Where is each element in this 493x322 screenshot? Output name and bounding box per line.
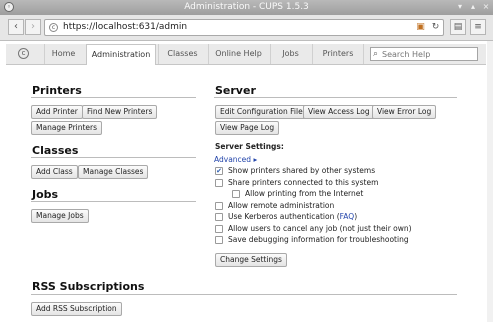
rss-divider [31,294,457,295]
edit-configuration-file-button[interactable]: Edit Configuration File [215,105,308,119]
tab-printers[interactable]: Printers [312,44,364,64]
classes-heading: Classes [32,144,79,157]
jobs-divider [31,201,196,202]
server-settings-label: Server Settings: [215,142,284,151]
checkbox-allow-internet-printing[interactable] [232,190,240,198]
window-titlebar: ◦ Administration - CUPS 1.5.3 ▾ ▴ × [0,0,493,16]
tab-classes[interactable]: Classes [158,44,206,64]
checkbox-save-debugging[interactable] [215,236,223,244]
close-icon[interactable]: × [481,2,491,12]
window-title: Administration - CUPS 1.5.3 [184,2,309,12]
option-label: Share printers connected to this system [228,178,379,187]
page-menu-icon[interactable]: ▤ [450,19,466,35]
find-new-printers-button[interactable]: Find New Printers [82,105,158,119]
search-input[interactable] [382,48,476,60]
tab-home[interactable]: Home [44,44,82,64]
checkbox-kerberos[interactable] [215,213,223,221]
manage-jobs-button[interactable]: Manage Jobs [31,209,89,223]
advanced-link[interactable]: Advanced ▸ [214,155,257,164]
add-printer-button[interactable]: Add Printer [31,105,83,119]
advanced-arrow-icon: ▸ [253,155,258,164]
checkbox-cancel-any-job[interactable] [215,225,223,233]
printers-heading: Printers [32,84,82,97]
tab-administration[interactable]: Administration [86,44,156,65]
faq-link[interactable]: FAQ [340,212,355,221]
option-label: Save debugging information for troublesh… [228,235,409,244]
manage-classes-button[interactable]: Manage Classes [78,165,149,179]
view-error-log-button[interactable]: View Error Log [372,105,437,119]
jobs-heading: Jobs [32,188,59,201]
server-heading: Server [215,84,256,97]
manage-printers-button[interactable]: Manage Printers [31,121,103,135]
option-label: Show printers shared by other systems [228,166,376,175]
rss-heading: RSS Subscriptions [32,280,145,293]
back-button[interactable]: ‹ [8,19,24,35]
kerberos-suffix: ) [354,212,358,221]
forward-button[interactable]: › [25,19,41,35]
url-text: https://localhost:631/admin [63,22,188,32]
option-label: Allow users to cancel any job (not just … [228,224,412,233]
checkbox-show-shared-printers[interactable]: ✔ [215,167,223,175]
page-scrollbar[interactable] [487,41,493,322]
add-rss-subscription-button[interactable]: Add RSS Subscription [31,302,122,316]
search-icon: ⌕ [373,49,379,59]
change-settings-button[interactable]: Change Settings [215,253,287,267]
view-access-log-button[interactable]: View Access Log [303,105,375,119]
bookmark-icon[interactable]: ▣ [415,22,426,33]
minimize-icon[interactable]: ▾ [455,2,465,12]
add-class-button[interactable]: Add Class [31,165,78,179]
tab-jobs[interactable]: Jobs [270,44,310,64]
cups-logo-icon[interactable]: c [18,48,29,59]
option-label: Allow remote administration [228,201,335,210]
option-label: Use Kerberos authentication (FAQ) [228,212,357,221]
advanced-link-text[interactable]: Advanced [214,155,251,164]
view-page-log-button[interactable]: View Page Log [215,121,280,135]
cups-navigation: c Home Administration Classes Online Hel… [6,44,486,65]
reload-icon[interactable]: ↻ [430,22,441,33]
address-bar[interactable]: c https://localhost:631/admin ▣ ↻ [44,19,444,36]
checkbox-share-printers[interactable] [215,179,223,187]
maximize-icon[interactable]: ▴ [468,2,478,12]
option-label: Allow printing from the Internet [245,189,364,198]
server-divider [214,97,457,98]
site-icon: c [49,23,58,32]
printers-divider [31,97,196,98]
classes-divider [31,157,196,158]
settings-icon[interactable]: ≡ [470,19,486,35]
browser-toolbar: ‹ › c https://localhost:631/admin ▣ ↻ ▤ … [0,15,493,41]
kerberos-label: Use Kerberos authentication ( [228,212,340,221]
checkbox-remote-admin[interactable] [215,202,223,210]
search-box[interactable]: ⌕ [370,47,478,61]
tab-online-help[interactable]: Online Help [208,44,268,64]
